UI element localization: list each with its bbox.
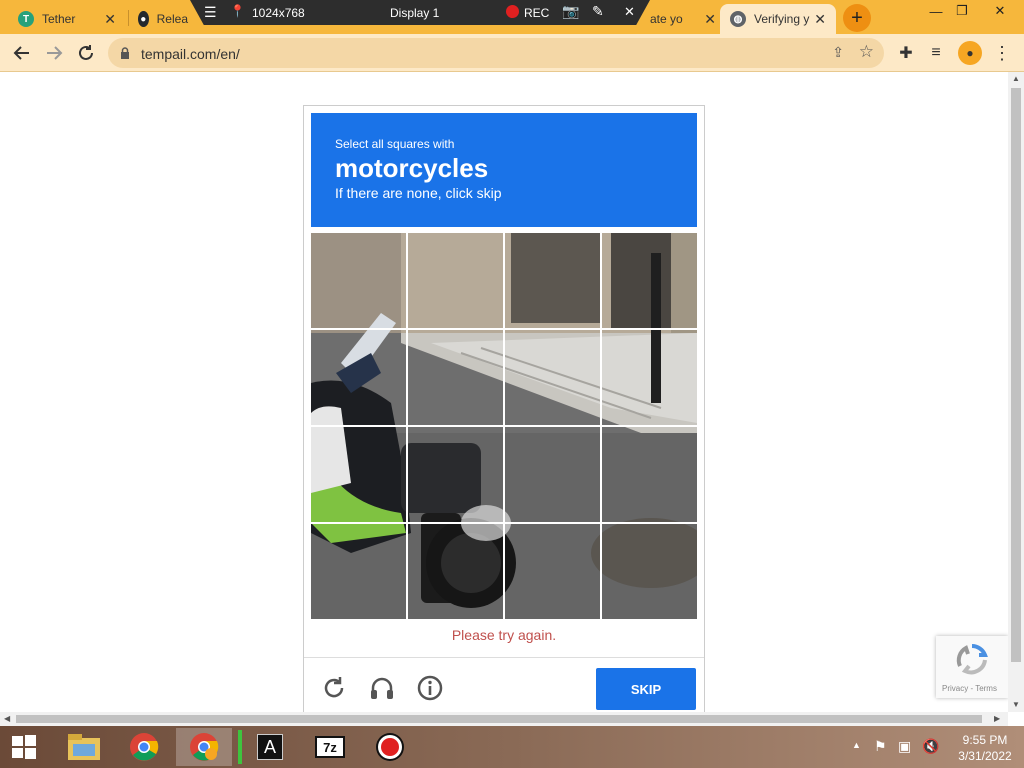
notepad-a-icon[interactable]: A xyxy=(242,728,298,766)
target-object: motorcycles xyxy=(335,153,489,183)
close-icon[interactable]: ✕ xyxy=(814,11,826,28)
error-message: Please try again. xyxy=(451,627,557,643)
restore-icon[interactable]: ❐ xyxy=(946,0,978,22)
image-grid xyxy=(311,233,697,619)
chrome-profile-icon[interactable] xyxy=(176,728,232,766)
recorder-icon[interactable] xyxy=(362,728,418,766)
tab-title: ate yo xyxy=(650,12,683,26)
menu-icon[interactable]: ☰ xyxy=(204,4,217,21)
url-text[interactable]: tempail.com/en/ xyxy=(141,46,240,62)
captcha-tile[interactable] xyxy=(408,330,503,425)
lock-icon[interactable] xyxy=(120,47,130,59)
recaptcha-links[interactable]: Privacy - Terms xyxy=(942,684,997,693)
captcha-tile[interactable] xyxy=(311,330,406,425)
new-tab-button[interactable]: + xyxy=(843,4,871,32)
scroll-left-icon[interactable]: ◀ xyxy=(4,714,10,723)
globe-icon: ◍ xyxy=(730,11,746,27)
captcha-tile[interactable] xyxy=(602,427,697,522)
captcha-tile[interactable] xyxy=(505,233,600,328)
tab-github[interactable]: ● Relea xyxy=(128,4,198,34)
captcha-tile[interactable] xyxy=(311,524,406,619)
recorder-bar: ☰ 📍 1024x768 Display 1 REC 📷 ✎ ✕ xyxy=(190,0,650,25)
start-icon[interactable] xyxy=(0,728,48,766)
captcha-tile[interactable] xyxy=(408,427,503,522)
instruction-sub: If there are none, click skip xyxy=(335,185,502,201)
tab-tether[interactable]: T Tether ✕ xyxy=(8,4,126,34)
browser-toolbar: tempail.com/en/ ⇪ ☆ ✚ ≡ ● ⋮ xyxy=(0,34,1024,72)
action-center-flag-icon[interactable]: ⚑ xyxy=(874,738,887,755)
captcha-tile[interactable] xyxy=(408,233,503,328)
profile-avatar[interactable]: ● xyxy=(956,39,984,67)
close-icon[interactable]: ✕ xyxy=(104,11,116,28)
close-icon[interactable]: ✕ xyxy=(704,11,716,28)
close-icon[interactable]: ✕ xyxy=(624,4,635,20)
captcha-tile[interactable] xyxy=(505,330,600,425)
share-icon[interactable]: ⇪ xyxy=(832,44,844,61)
record-icon[interactable] xyxy=(506,5,519,18)
captcha-tile[interactable] xyxy=(602,233,697,328)
forward-icon[interactable] xyxy=(40,39,68,67)
captcha-tile[interactable] xyxy=(408,524,503,619)
rec-label[interactable]: REC xyxy=(524,6,549,20)
recorder-resolution: 1024x768 xyxy=(252,6,305,20)
clock-date: 3/31/2022 xyxy=(958,749,1012,763)
tab-update[interactable]: ate yo ✕ xyxy=(640,4,720,34)
captcha-tile[interactable] xyxy=(311,427,406,522)
tab-title: Tether xyxy=(42,12,76,26)
file-explorer-icon[interactable] xyxy=(56,728,112,766)
chrome-icon[interactable] xyxy=(116,728,172,766)
reload-icon[interactable] xyxy=(72,39,100,67)
recaptcha-logo-icon xyxy=(956,644,988,675)
skip-button[interactable]: SKIP xyxy=(596,668,696,710)
web-page: Select all squares with motorcycles If t… xyxy=(0,72,1008,712)
media-icon[interactable]: ≡ xyxy=(922,39,950,67)
clock-time: 9:55 PM xyxy=(962,733,1008,747)
scroll-up-icon[interactable]: ▲ xyxy=(1012,74,1020,83)
captcha-tile[interactable] xyxy=(311,233,406,328)
system-tray: ▲ ⚑ ▣ 🔇 9:55 PM 3/31/2022 xyxy=(850,726,1024,768)
tether-icon: T xyxy=(18,11,34,27)
7zip-icon[interactable]: 7z xyxy=(302,728,358,766)
window-close-icon[interactable]: ✕ xyxy=(984,0,1016,22)
extensions-icon[interactable]: ✚ xyxy=(892,39,920,67)
instruction-small: Select all squares with xyxy=(335,137,455,151)
address-bar[interactable]: tempail.com/en/ ⇪ ☆ xyxy=(108,38,884,68)
captcha-tile[interactable] xyxy=(602,330,697,425)
captcha-tile[interactable] xyxy=(602,524,697,619)
scrollbar-thumb[interactable] xyxy=(16,715,982,723)
back-icon[interactable] xyxy=(8,39,36,67)
github-icon: ● xyxy=(138,11,149,27)
scrollbar-thumb[interactable] xyxy=(1011,88,1021,662)
scroll-right-icon[interactable]: ▶ xyxy=(994,714,1000,723)
tab-title: Verifying y xyxy=(754,12,810,26)
reload-icon[interactable] xyxy=(320,674,348,702)
volume-muted-icon[interactable]: 🔇 xyxy=(922,738,939,755)
tab-title: Relea xyxy=(156,12,188,26)
captcha-tile[interactable] xyxy=(505,524,600,619)
menu-icon[interactable]: ⋮ xyxy=(988,39,1016,67)
audio-icon[interactable] xyxy=(368,674,396,702)
tray-expand-icon[interactable]: ▲ xyxy=(852,740,861,750)
recaptcha-badge[interactable]: Privacy - Terms xyxy=(936,636,1008,698)
captcha-footer: SKIP xyxy=(304,657,704,712)
captcha-tile[interactable] xyxy=(505,427,600,522)
challenge-header: Select all squares with motorcycles If t… xyxy=(311,113,697,227)
vertical-scrollbar[interactable]: ▲ ▼ xyxy=(1008,72,1024,712)
captcha-challenge: Select all squares with motorcycles If t… xyxy=(303,105,705,712)
network-icon[interactable]: ▣ xyxy=(898,738,911,755)
camera-icon[interactable]: 📷 xyxy=(562,3,579,20)
horizontal-scrollbar[interactable]: ◀ ▶ xyxy=(0,712,1008,726)
tab-verifying[interactable]: ◍ Verifying y ✕ xyxy=(720,4,836,34)
pin-icon[interactable]: 📍 xyxy=(230,4,245,18)
pencil-icon[interactable]: ✎ xyxy=(592,3,604,20)
scroll-down-icon[interactable]: ▼ xyxy=(1012,700,1020,709)
star-icon[interactable]: ☆ xyxy=(859,42,874,62)
info-icon[interactable] xyxy=(416,674,444,702)
clock[interactable]: 9:55 PM 3/31/2022 xyxy=(950,732,1020,764)
recorder-display: Display 1 xyxy=(390,6,440,20)
taskbar: A 7z ▲ ⚑ ▣ 🔇 9:55 PM 3/31/2022 xyxy=(0,726,1024,768)
